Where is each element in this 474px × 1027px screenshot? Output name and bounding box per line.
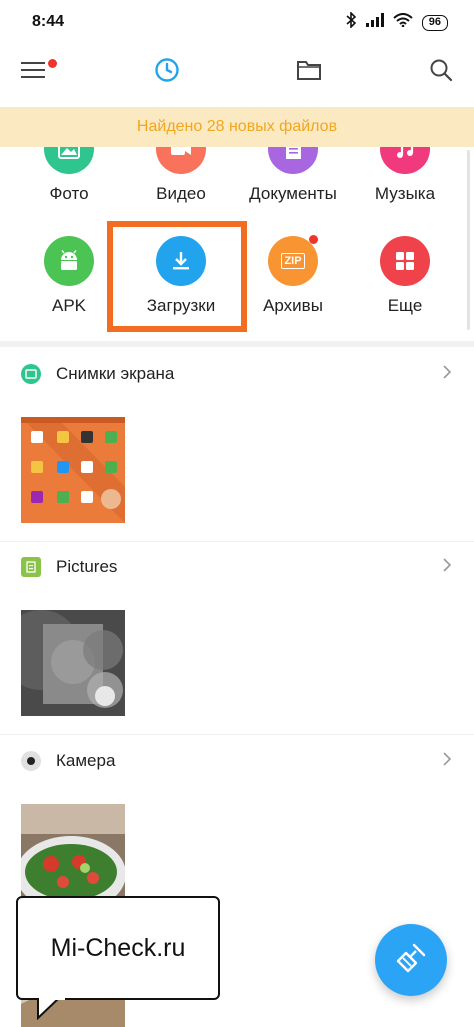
folder-icon: [296, 58, 322, 87]
top-bar: [0, 42, 474, 104]
screenshot-icon: [21, 364, 41, 384]
section-title: Камера: [56, 751, 116, 770]
downloads-highlight-frame: [107, 221, 247, 332]
section-camera[interactable]: Камера: [0, 736, 474, 786]
category-label: Документы: [249, 184, 337, 203]
camera-icon: [21, 751, 41, 771]
signal-icon: [365, 13, 384, 32]
category-music[interactable]: Музыка: [346, 147, 464, 204]
broom-icon: [394, 941, 428, 980]
notification-dot: [48, 59, 57, 68]
folder-doc-icon: [21, 557, 41, 577]
zip-icon: ZIP: [268, 235, 318, 286]
clock-icon: [154, 57, 180, 88]
pictures-thumbnail[interactable]: [21, 610, 125, 716]
music-icon: [380, 147, 430, 174]
clean-fab-button[interactable]: [375, 924, 447, 996]
android-icon: [44, 236, 94, 286]
category-documents[interactable]: Документы: [234, 147, 352, 204]
section-title: Снимки экрана: [56, 364, 175, 383]
chevron-right-icon: [442, 364, 452, 385]
status-icons: 96: [345, 11, 448, 33]
chevron-right-icon: [442, 557, 452, 578]
category-label: Еще: [387, 296, 423, 315]
screenshot-thumbnail[interactable]: [21, 417, 125, 523]
scrollbar[interactable]: [467, 150, 470, 330]
callout-tail: [37, 998, 65, 1020]
document-icon: [268, 147, 318, 174]
zip-badge-text: ZIP: [281, 253, 305, 269]
watermark-text: Mi-Check.ru: [50, 934, 186, 962]
files-tab[interactable]: [294, 57, 324, 87]
wifi-icon: [393, 13, 413, 32]
category-label: Архивы: [263, 296, 323, 315]
section-divider: [0, 341, 474, 347]
category-photo[interactable]: Фото: [10, 147, 128, 204]
grid-icon: [380, 236, 430, 286]
menu-button[interactable]: [18, 57, 57, 87]
section-title: Pictures: [56, 557, 118, 576]
menu-icon: [21, 60, 45, 85]
recent-tab[interactable]: [152, 57, 182, 87]
category-more[interactable]: Еще: [346, 236, 464, 316]
divider: [0, 734, 474, 735]
battery-indicator: 96: [421, 14, 448, 31]
search-icon: [429, 58, 453, 87]
status-time: 8:44: [32, 13, 65, 30]
new-files-banner[interactable]: Найдено 28 новых файлов: [0, 107, 474, 147]
watermark-callout: Mi-Check.ru: [16, 896, 220, 1000]
image-icon: [44, 147, 94, 174]
video-icon: [156, 147, 206, 174]
category-label: Видео: [156, 184, 206, 203]
category-archives[interactable]: ZIP Архивы: [234, 235, 352, 316]
search-button[interactable]: [426, 57, 456, 87]
section-screenshots[interactable]: Снимки экрана: [0, 349, 474, 399]
status-bar: 8:44 96: [0, 0, 474, 42]
chevron-right-icon: [442, 751, 452, 772]
category-label: Фото: [49, 184, 89, 203]
bluetooth-icon: [345, 11, 357, 33]
section-pictures[interactable]: Pictures: [0, 542, 474, 592]
category-label: Музыка: [374, 184, 436, 203]
category-video[interactable]: Видео: [122, 147, 240, 204]
notification-dot: [309, 235, 318, 244]
